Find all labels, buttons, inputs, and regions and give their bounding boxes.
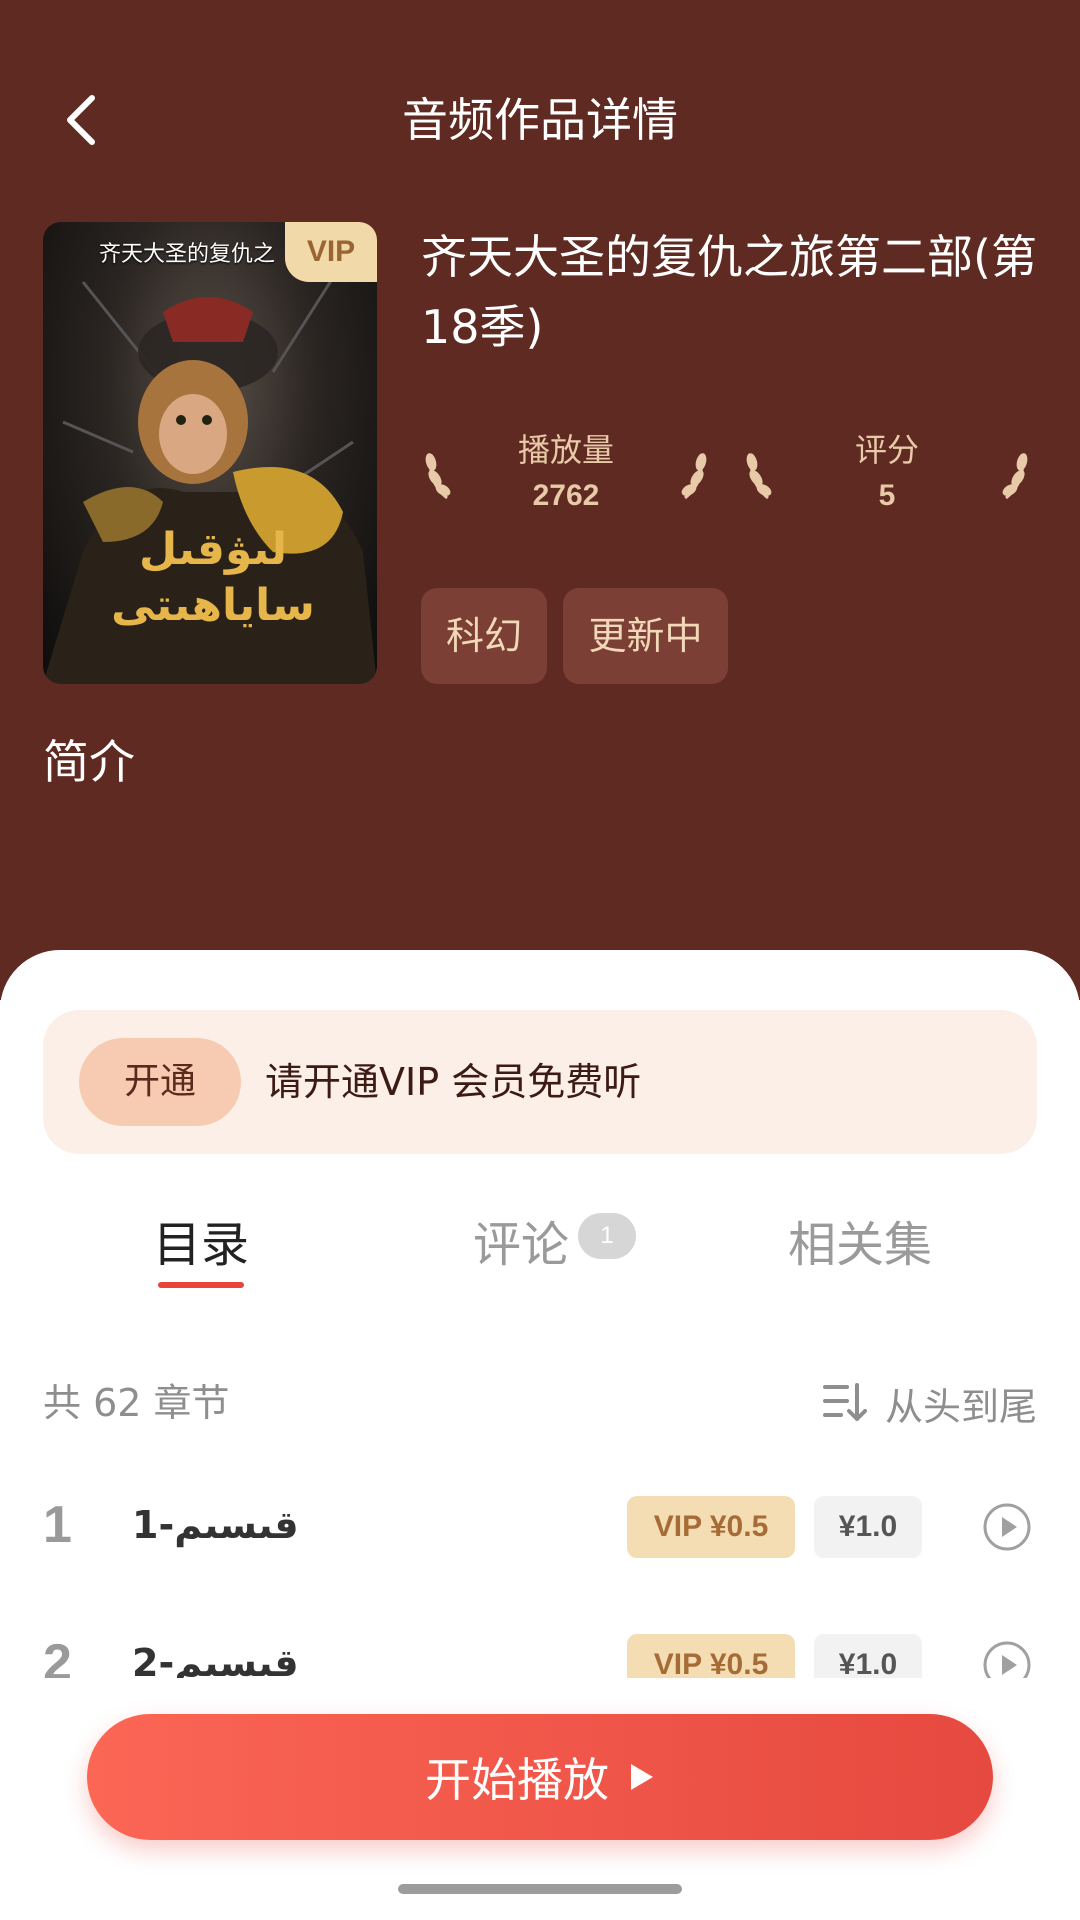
play-circle-icon[interactable] [982, 1502, 1032, 1552]
work-title: 齐天大圣的复仇之旅第二部(第18季) [421, 230, 1037, 354]
play-circle-icon[interactable] [982, 1640, 1032, 1678]
cover-image[interactable]: 齐天大圣的复仇之 VIP لىۋقىل ساياھىتى [43, 222, 377, 684]
sort-label: 从头到尾 [884, 1384, 1037, 1429]
chapter-vip-price[interactable]: VIP ¥0.5 [627, 1496, 795, 1558]
chapter-row[interactable]: 2 قىسىم-2 VIP ¥0.5 ¥1.0 [0, 1608, 1080, 1678]
chapter-vip-price[interactable]: VIP ¥0.5 [627, 1634, 795, 1678]
tag-genre[interactable]: 科幻 [421, 588, 547, 684]
play-count-stat: 播放量 2762 [421, 428, 711, 538]
sort-order-button[interactable]: 从头到尾 [822, 1375, 1037, 1431]
start-play-button[interactable]: 开始播放 [87, 1714, 993, 1840]
chapter-title: قىسىم-1 [132, 1503, 299, 1547]
tab-active-indicator [158, 1282, 244, 1288]
chapter-list: 1 قىسىم-1 VIP ¥0.5 ¥1.0 2 قىسىم-2 VIP ¥0… [0, 1470, 1080, 1678]
play-count-value: 2762 [532, 479, 600, 512]
laurel-right-icon [681, 453, 707, 500]
comments-count-badge: 1 [578, 1213, 636, 1259]
tag-status[interactable]: 更新中 [563, 588, 728, 684]
tab-comments[interactable]: 评论 [466, 1210, 576, 1280]
tab-related[interactable]: 相关集 [780, 1210, 940, 1280]
chapter-row[interactable]: 1 قىسىم-1 VIP ¥0.5 ¥1.0 [0, 1470, 1080, 1580]
intro-heading: 简介 [43, 735, 135, 789]
chapter-title: قىسىم-2 [132, 1641, 299, 1678]
vip-open-button[interactable]: 开通 [79, 1038, 241, 1126]
bottom-action-bar: 开始播放 [0, 1678, 1080, 1920]
chapter-count: 共 62 章节 [43, 1381, 230, 1425]
page-title: 音频作品详情 [402, 93, 678, 147]
rating-stat: 评分 5 [742, 428, 1032, 538]
play-count-label: 播放量 [517, 431, 614, 469]
cover-caption: 齐天大圣的复仇之 [99, 242, 276, 267]
sort-icon [822, 1383, 867, 1421]
laurel-right-icon [1002, 453, 1028, 500]
rating-value: 5 [878, 479, 896, 512]
vip-banner[interactable]: 开通 请开通VIP 会员免费听 [43, 1010, 1037, 1154]
rating-label: 评分 [854, 431, 919, 469]
chapter-price[interactable]: ¥1.0 [814, 1496, 922, 1558]
chapter-number: 2 [43, 1634, 72, 1678]
vip-banner-text: 请开通VIP 会员免费听 [265, 1060, 642, 1104]
home-indicator [398, 1884, 682, 1894]
start-play-label: 开始播放 [425, 1753, 609, 1807]
cover-logo-text: لىۋقىل ساياھىتى [111, 524, 315, 631]
chapter-price[interactable]: ¥1.0 [814, 1634, 922, 1678]
tab-catalog[interactable]: 目录 [140, 1210, 262, 1280]
vip-badge: VIP [285, 222, 377, 282]
chapter-number: 1 [43, 1496, 72, 1554]
play-icon [631, 1764, 653, 1790]
